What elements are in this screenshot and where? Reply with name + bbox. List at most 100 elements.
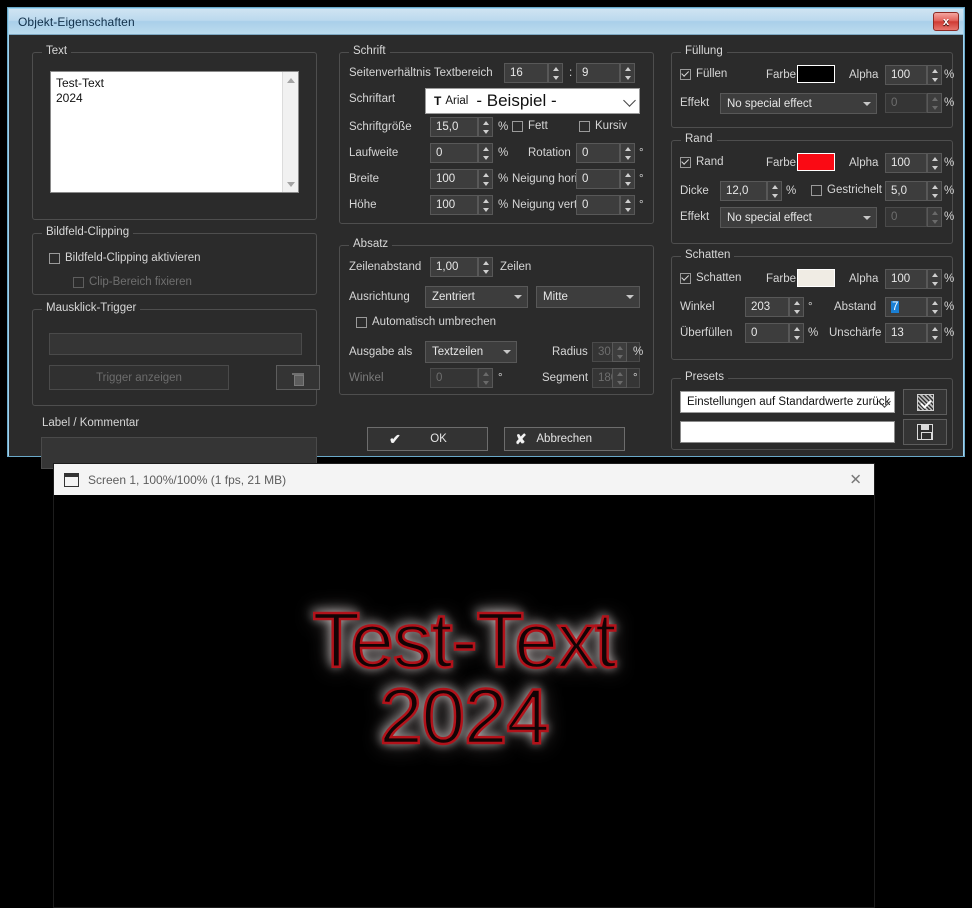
border-thickness-stepper[interactable] (767, 181, 782, 201)
skew-h-unit: ° (639, 173, 644, 185)
italic-checkbox[interactable]: Kursiv (579, 120, 627, 132)
scroll-down-icon[interactable] (283, 176, 298, 192)
dialog-body: Text Test-Text 2024 Bildfeld-Clipping Bi… (9, 35, 963, 469)
border-enable-label: Rand (696, 156, 724, 168)
shadow-angle-input[interactable]: 203 (745, 297, 789, 317)
ok-label: OK (430, 433, 447, 445)
ok-button[interactable]: ✔ OK (367, 427, 488, 451)
shadow-blur-input[interactable]: 13 (885, 323, 927, 343)
border-color-swatch[interactable] (797, 153, 835, 171)
delete-trigger-button[interactable] (276, 365, 320, 390)
checkbox-box (680, 68, 691, 80)
width-label: Breite (349, 173, 380, 185)
skew-v-input[interactable]: 0 (576, 195, 620, 215)
output-as-value: Textzeilen (432, 346, 484, 358)
height-unit: % (498, 199, 509, 211)
fontsize-stepper[interactable] (478, 117, 493, 137)
angle-input[interactable]: 0 (430, 368, 478, 388)
height-input[interactable]: 100 (430, 195, 478, 215)
shadow-distance-stepper[interactable] (927, 297, 942, 317)
save-preset-button[interactable] (903, 419, 947, 445)
fill-effect-amount-input[interactable]: 0 (885, 93, 927, 113)
fontface-sample: - Beispiel - (476, 91, 557, 110)
fuellung-group-legend: Füllung (681, 45, 727, 57)
border-thickness-label: Dicke (680, 185, 709, 197)
shadow-distance-input[interactable]: 7 (885, 297, 927, 317)
tracking-stepper[interactable] (478, 143, 493, 163)
fill-effect-amount-stepper[interactable] (927, 93, 942, 113)
border-alpha-input[interactable]: 100 (885, 153, 927, 173)
radius-label: Radius (552, 346, 588, 358)
scroll-up-icon[interactable] (283, 72, 298, 88)
shadow-angle-stepper[interactable] (789, 297, 804, 317)
fix-clip-area-checkbox[interactable]: Clip-Bereich fixieren (73, 276, 192, 288)
mouseclick-trigger-group: Mausklick-Trigger Trigger anzeigen (32, 302, 320, 406)
shadow-color-swatch[interactable] (797, 269, 835, 287)
apply-preset-button[interactable] (903, 389, 947, 415)
rotation-input[interactable]: 0 (576, 143, 620, 163)
text-scrollbar[interactable] (282, 72, 298, 192)
border-effect-select[interactable]: No special effect (720, 207, 877, 228)
linespacing-stepper[interactable] (478, 257, 493, 277)
border-effect-amount-stepper[interactable] (927, 207, 942, 227)
dialog-title: Objekt-Eigenschaften (18, 14, 135, 29)
absatz-group: Absatz Zeilenabstand 1,00 Zeilen Ausrich… (339, 238, 654, 395)
skew-v-stepper[interactable] (620, 195, 635, 215)
fontsize-input[interactable]: 15,0 (430, 117, 478, 137)
autowrap-checkbox[interactable]: Automatisch umbrechen (356, 316, 496, 328)
fill-alpha-input[interactable]: 100 (885, 65, 927, 85)
rotation-stepper[interactable] (620, 143, 635, 163)
fontface-select[interactable]: T Arial - Beispiel - (425, 88, 640, 114)
skew-h-stepper[interactable] (620, 169, 635, 189)
shadow-enable-checkbox[interactable]: Schatten (680, 272, 741, 284)
shadow-alpha-stepper[interactable] (927, 269, 942, 289)
text-input[interactable]: Test-Text 2024 (51, 72, 282, 192)
text-input-wrapper: Test-Text 2024 (50, 71, 299, 193)
chevron-down-icon (863, 215, 871, 220)
radius-stepper[interactable] (612, 342, 627, 362)
segment-stepper[interactable] (612, 368, 627, 388)
presets-select[interactable]: Einstellungen auf Standardwerte zurück (680, 391, 895, 413)
dashed-length-input[interactable]: 5,0 (885, 181, 927, 201)
fill-effect-select[interactable]: No special effect (720, 93, 877, 114)
width-input[interactable]: 100 (430, 169, 478, 189)
shadow-overfill-input[interactable]: 0 (745, 323, 789, 343)
height-label: Höhe (349, 199, 377, 211)
aspect-height-stepper[interactable] (620, 63, 635, 83)
width-stepper[interactable] (478, 169, 493, 189)
angle-stepper[interactable] (478, 368, 493, 388)
bold-checkbox[interactable]: Fett (512, 120, 548, 132)
tracking-input[interactable]: 0 (430, 143, 478, 163)
fill-enable-checkbox[interactable]: Füllen (680, 68, 727, 80)
preset-name-input[interactable] (680, 421, 895, 443)
alignment-vertical-select[interactable]: Mitte (536, 286, 640, 308)
output-as-select[interactable]: Textzeilen (425, 341, 517, 363)
border-alpha-stepper[interactable] (927, 153, 942, 173)
chevron-down-icon (514, 295, 522, 299)
preview-close-icon[interactable]: ✕ (849, 472, 862, 487)
skew-h-input[interactable]: 0 (576, 169, 620, 189)
preview-canvas[interactable]: Test-Text 2024 (54, 495, 874, 907)
border-enable-checkbox[interactable]: Rand (680, 156, 724, 168)
dashed-length-stepper[interactable] (927, 181, 942, 201)
border-thickness-input[interactable]: 12,0 (720, 181, 767, 201)
close-icon[interactable]: x (933, 12, 959, 31)
enable-clipping-checkbox[interactable]: Bildfeld-Clipping aktivieren (49, 252, 201, 264)
shadow-alpha-input[interactable]: 100 (885, 269, 927, 289)
aspect-width-input[interactable]: 16 (504, 63, 548, 83)
cancel-button[interactable]: ✘ Abbrechen (504, 427, 625, 451)
linespacing-input[interactable]: 1,00 (430, 257, 478, 277)
shadow-blur-stepper[interactable] (927, 323, 942, 343)
height-stepper[interactable] (478, 195, 493, 215)
aspect-width-stepper[interactable] (548, 63, 563, 83)
alignment-horizontal-select[interactable]: Zentriert (425, 286, 528, 308)
dashed-checkbox[interactable]: Gestrichelt (811, 184, 882, 196)
fill-color-swatch[interactable] (797, 65, 835, 83)
trigger-input[interactable] (49, 333, 302, 355)
fill-alpha-stepper[interactable] (927, 65, 942, 85)
aspect-height-input[interactable]: 9 (576, 63, 620, 83)
rand-group: Rand Rand Farbe Alpha 100 % Dicke 12,0 %… (671, 133, 954, 244)
border-effect-amount-input[interactable]: 0 (885, 207, 927, 227)
shadow-overfill-stepper[interactable] (789, 323, 804, 343)
show-trigger-button[interactable]: Trigger anzeigen (49, 365, 229, 390)
